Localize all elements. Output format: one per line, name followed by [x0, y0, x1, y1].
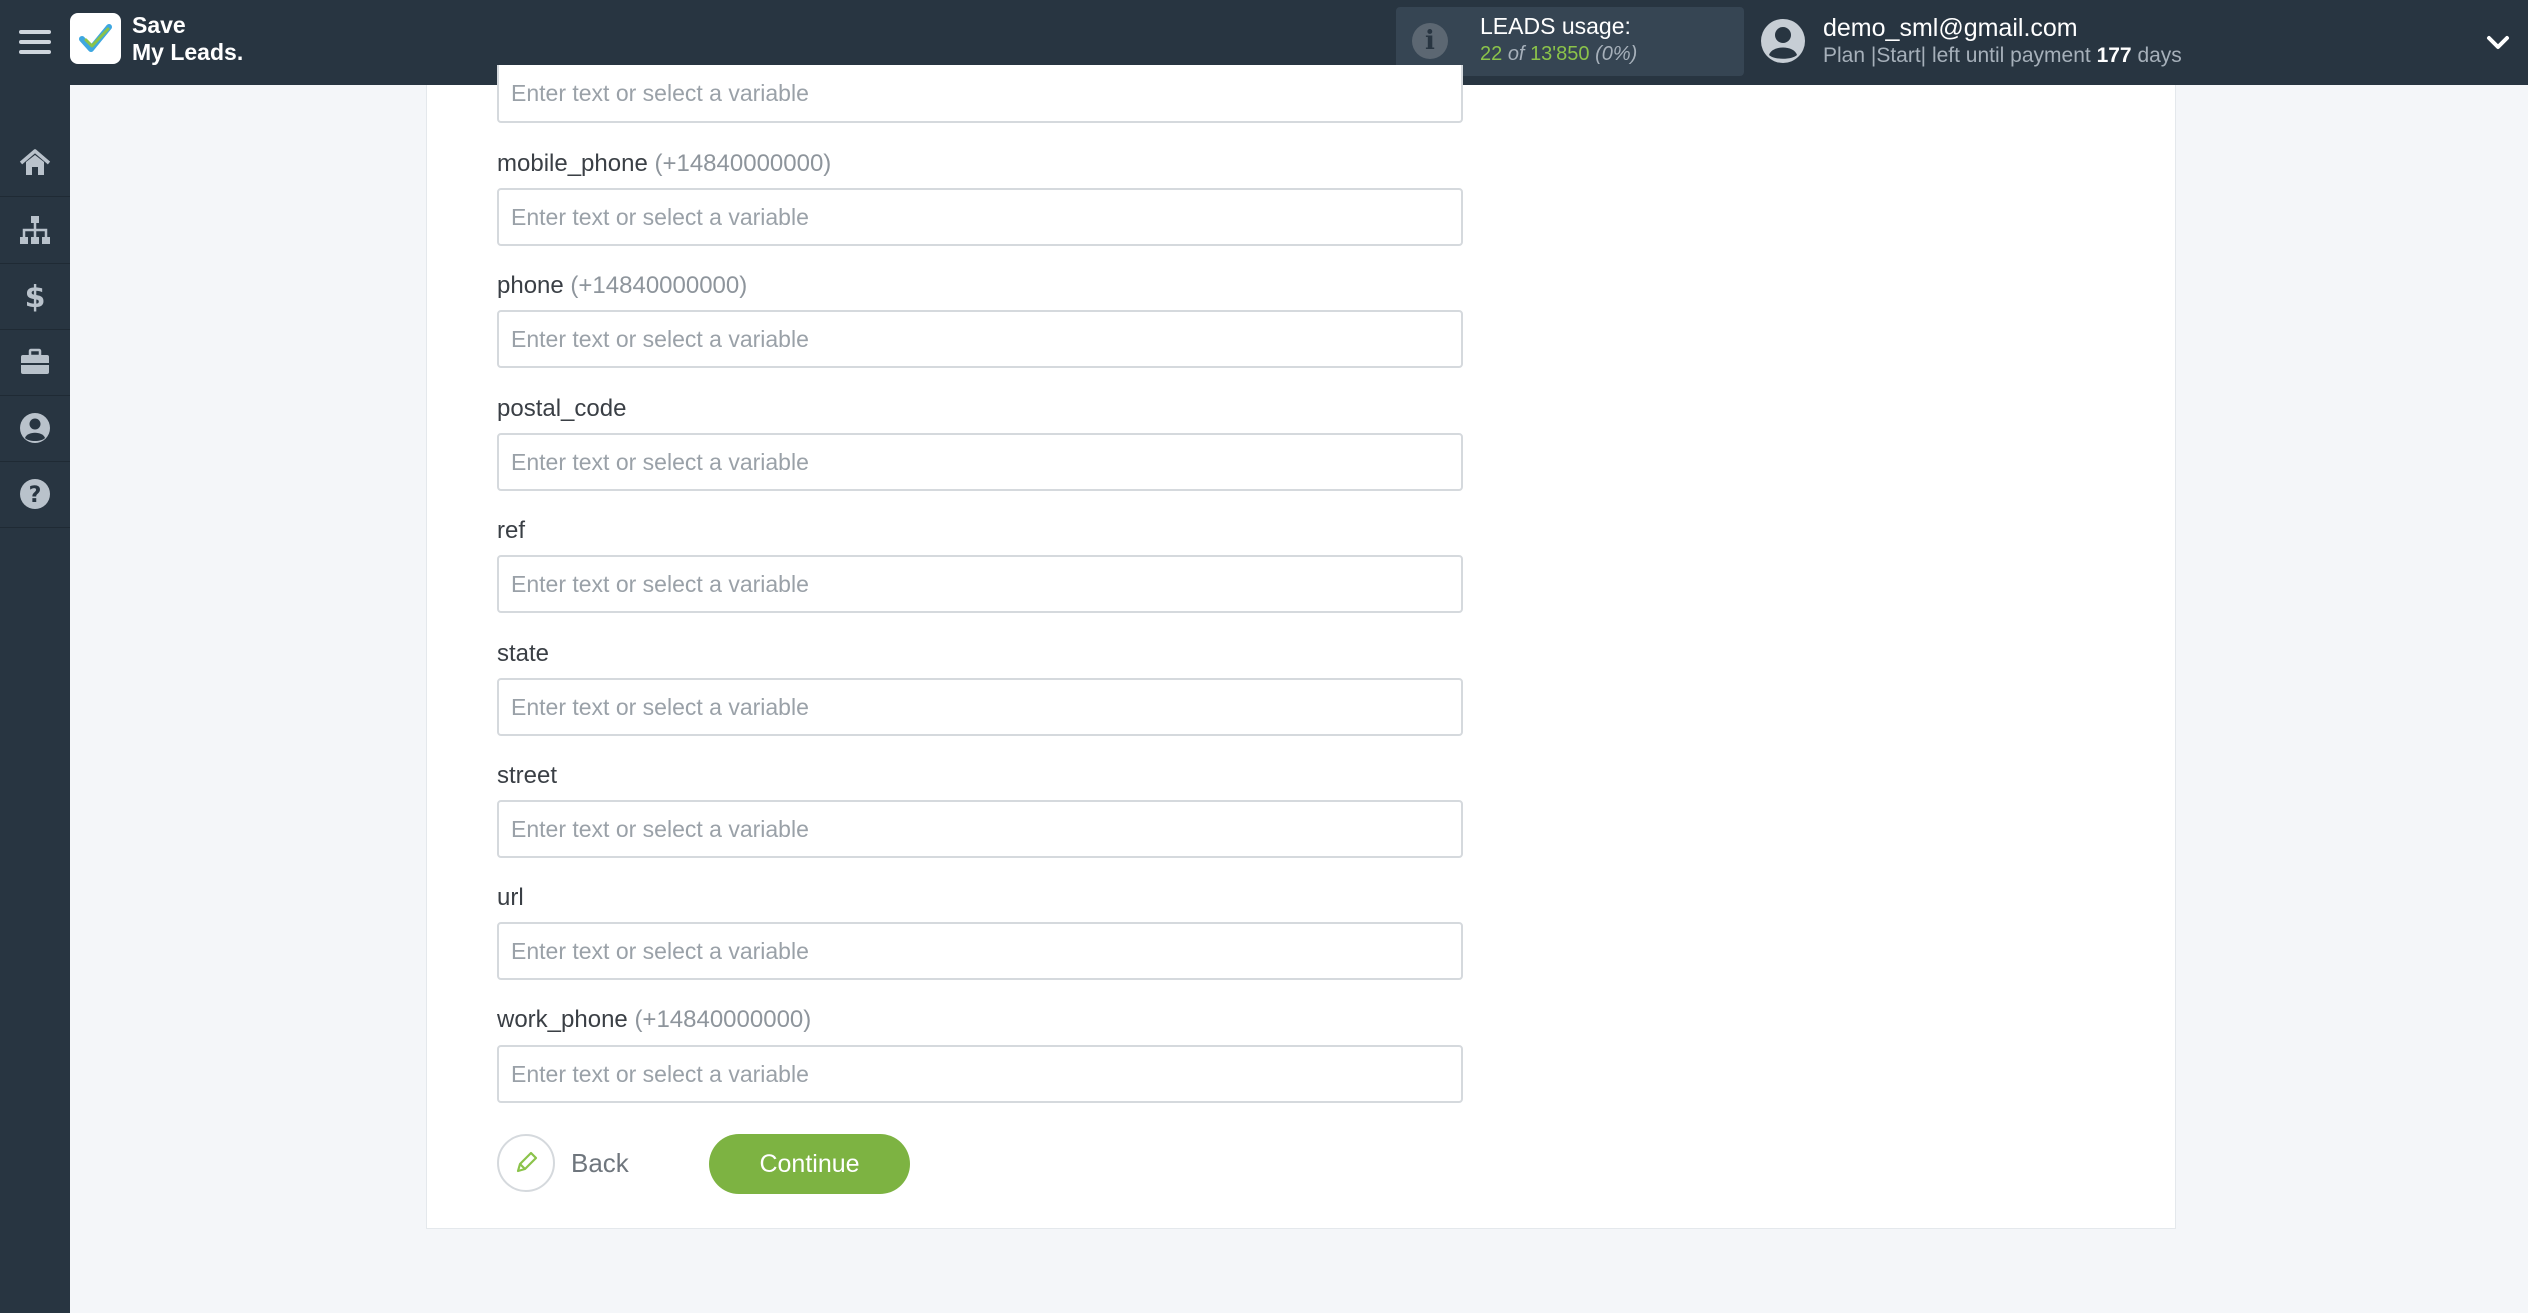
field-label-text: ref — [497, 517, 526, 544]
usage-used: 22 — [1480, 43, 1503, 65]
back-label: Back — [571, 1147, 629, 1178]
user-circle-icon — [20, 413, 50, 443]
field-label: phone (+14840000000) — [497, 272, 747, 300]
field-label: mobile_phone (+14840000000) — [497, 150, 831, 178]
logo-line1: Save — [132, 12, 186, 38]
info-icon: i — [1412, 23, 1448, 59]
field-label: url — [497, 884, 524, 912]
field-label: state — [497, 640, 549, 668]
continue-button[interactable]: Continue — [709, 1134, 910, 1194]
sidebar-item-tools[interactable] — [0, 329, 70, 396]
work-phone-input[interactable] — [497, 1045, 1463, 1103]
field-label-text: url — [497, 884, 524, 911]
sidebar: $ ? — [0, 85, 70, 1313]
usage-percent: (0%) — [1595, 43, 1638, 65]
sidebar-item-billing[interactable]: $ — [0, 263, 70, 330]
help-icon: ? — [20, 479, 50, 509]
logo-text[interactable]: Save My Leads. — [132, 12, 243, 66]
sitemap-icon — [20, 216, 50, 244]
chevron-down-icon[interactable] — [2483, 28, 2513, 58]
street-input[interactable] — [497, 800, 1463, 858]
sidebar-item-help[interactable]: ? — [0, 461, 70, 528]
menu-icon[interactable] — [19, 24, 51, 60]
mobile-phone-input[interactable] — [497, 188, 1463, 246]
field-label-text: phone — [497, 272, 564, 299]
field-label-text: street — [497, 762, 558, 789]
field-label-text: postal_code — [497, 395, 627, 422]
sidebar-item-connections[interactable] — [0, 197, 70, 264]
user-plan: Plan |Start| left until payment 177 days — [1823, 44, 2182, 68]
pencil-icon — [497, 1134, 555, 1192]
field-label-hint: (+14840000000) — [634, 1006, 812, 1033]
field-label-hint: (+14840000000) — [570, 272, 748, 299]
field-label-hint: (+14840000000) — [654, 150, 832, 177]
logo-line2: My Leads. — [132, 39, 244, 65]
field-label-text: state — [497, 640, 550, 667]
field-label: postal_code — [497, 395, 626, 423]
ref-input[interactable] — [497, 555, 1463, 613]
state-input[interactable] — [497, 678, 1463, 736]
usage-total: 13'850 — [1530, 43, 1590, 65]
usage-title: LEADS usage: — [1480, 13, 1631, 39]
home-icon — [19, 149, 51, 175]
field-label-text: work_phone — [497, 1006, 628, 1033]
svg-text:?: ? — [29, 483, 42, 508]
back-button[interactable]: Back — [497, 1134, 629, 1192]
briefcase-icon — [21, 348, 49, 374]
field-label: work_phone (+14840000000) — [497, 1006, 811, 1034]
user-avatar-icon[interactable] — [1760, 18, 1806, 64]
field-input-previous[interactable] — [497, 65, 1463, 123]
field-label: street — [497, 762, 557, 790]
sidebar-item-profile[interactable] — [0, 395, 70, 462]
postal-code-input[interactable] — [497, 433, 1463, 491]
usage-of: of — [1507, 43, 1525, 65]
plan-text: Plan |Start| left until payment — [1823, 44, 2091, 67]
field-label-text: mobile_phone — [497, 150, 648, 177]
sidebar-item-home[interactable] — [0, 130, 70, 197]
plan-days-suffix: days — [2137, 44, 2182, 67]
user-email[interactable]: demo_sml@gmail.com — [1823, 14, 2078, 43]
svg-text:$: $ — [25, 280, 46, 313]
usage-count: 22 of 13'850 (0%) — [1480, 43, 1637, 66]
field-label: ref — [497, 517, 525, 545]
url-input[interactable] — [497, 922, 1463, 980]
dollar-icon: $ — [25, 280, 46, 313]
logo-icon[interactable] — [70, 13, 121, 64]
phone-input[interactable] — [497, 310, 1463, 368]
plan-days: 177 — [2096, 44, 2132, 67]
